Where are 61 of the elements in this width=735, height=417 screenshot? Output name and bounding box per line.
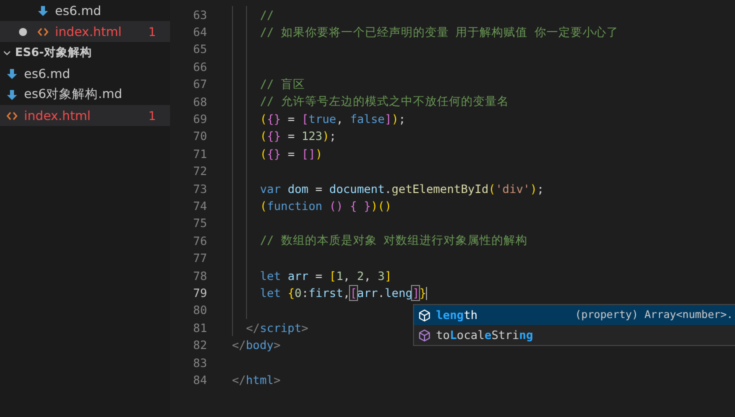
line-number: 73 [192, 182, 207, 196]
line-number: 78 [192, 268, 207, 283]
line-number: 67 [192, 77, 207, 92]
folder-name: ES6-对象解构 [15, 45, 92, 60]
code-brackets-icon [37, 26, 49, 38]
line-number: 65 [192, 42, 207, 56]
code-comment: // [260, 8, 274, 22]
code-line: ({} = 123); [260, 129, 336, 144]
line-number: 82 [192, 338, 207, 352]
down-arrow-icon [6, 88, 18, 100]
code-comment: // 允许等号左边的模式之中不放任何的变量名 [260, 94, 509, 110]
file-item[interactable]: index.html 1 [0, 105, 170, 126]
file-name: index.html [24, 108, 92, 123]
line-number: 80 [192, 303, 207, 318]
file-name: es6对象解构.md [24, 86, 124, 103]
modified-dot-icon [19, 28, 27, 36]
suggestion-item[interactable]: length (property) Array<number>. [414, 305, 735, 325]
line-number: 66 [192, 60, 207, 74]
code-comment: // 盲区 [260, 76, 305, 92]
cube-icon [418, 328, 431, 342]
line-number: 81 [192, 320, 207, 335]
code-line: var dom = document.getElementById('div'); [260, 182, 544, 196]
code-comment: // 数组的本质是对象 对数组进行对象属性的解构 [260, 233, 528, 248]
line-number: 64 [192, 25, 207, 40]
code-line: let arr = [1, 2, 3] [260, 268, 392, 283]
down-arrow-icon [6, 68, 18, 80]
problem-count: 1 [148, 24, 156, 38]
line-number: 72 [192, 164, 207, 178]
file-name: es6.md [55, 3, 102, 18]
code-line: </html> [232, 372, 280, 387]
cube-icon [418, 308, 431, 322]
code-comment: // 如果你要将一个已经声明的变量 用于解构赋值 你一定要小心了 [260, 24, 619, 40]
file-item[interactable]: index.html 1 [0, 21, 170, 42]
line-number: 68 [192, 94, 207, 109]
line-number: 70 [192, 129, 207, 144]
file-item[interactable]: es6对象解构.md [0, 84, 170, 105]
suggestion-item[interactable]: toLocaleString [414, 325, 735, 345]
code-line: ({} = [true, false]); [260, 112, 406, 126]
code-line: </script> [246, 320, 308, 335]
folder-item[interactable]: ES6-对象解构 [0, 42, 170, 63]
line-number: 76 [192, 234, 207, 248]
file-name: index.html [55, 24, 123, 39]
code-line: ({} = []) [260, 146, 322, 161]
down-arrow-icon [37, 4, 49, 16]
code-line: let {0:first,[arr.leng]} [260, 286, 428, 300]
line-number: 69 [192, 112, 207, 126]
line-number: 79 [192, 286, 207, 300]
line-number: 71 [192, 146, 207, 161]
line-number: 63 [192, 8, 207, 22]
line-number: 77 [192, 251, 207, 266]
code-brackets-icon [6, 110, 18, 122]
problem-count: 1 [148, 108, 156, 122]
line-number: 83 [192, 356, 207, 370]
line-number: 84 [192, 372, 207, 387]
code-line: (function () { })() [260, 198, 392, 213]
file-item[interactable]: es6.md [0, 63, 170, 84]
line-number: 74 [192, 198, 207, 213]
file-item[interactable]: es6.md [0, 0, 170, 21]
line-number: 75 [192, 216, 207, 230]
file-name: es6.md [24, 66, 72, 81]
code-line: </body> [232, 338, 280, 352]
